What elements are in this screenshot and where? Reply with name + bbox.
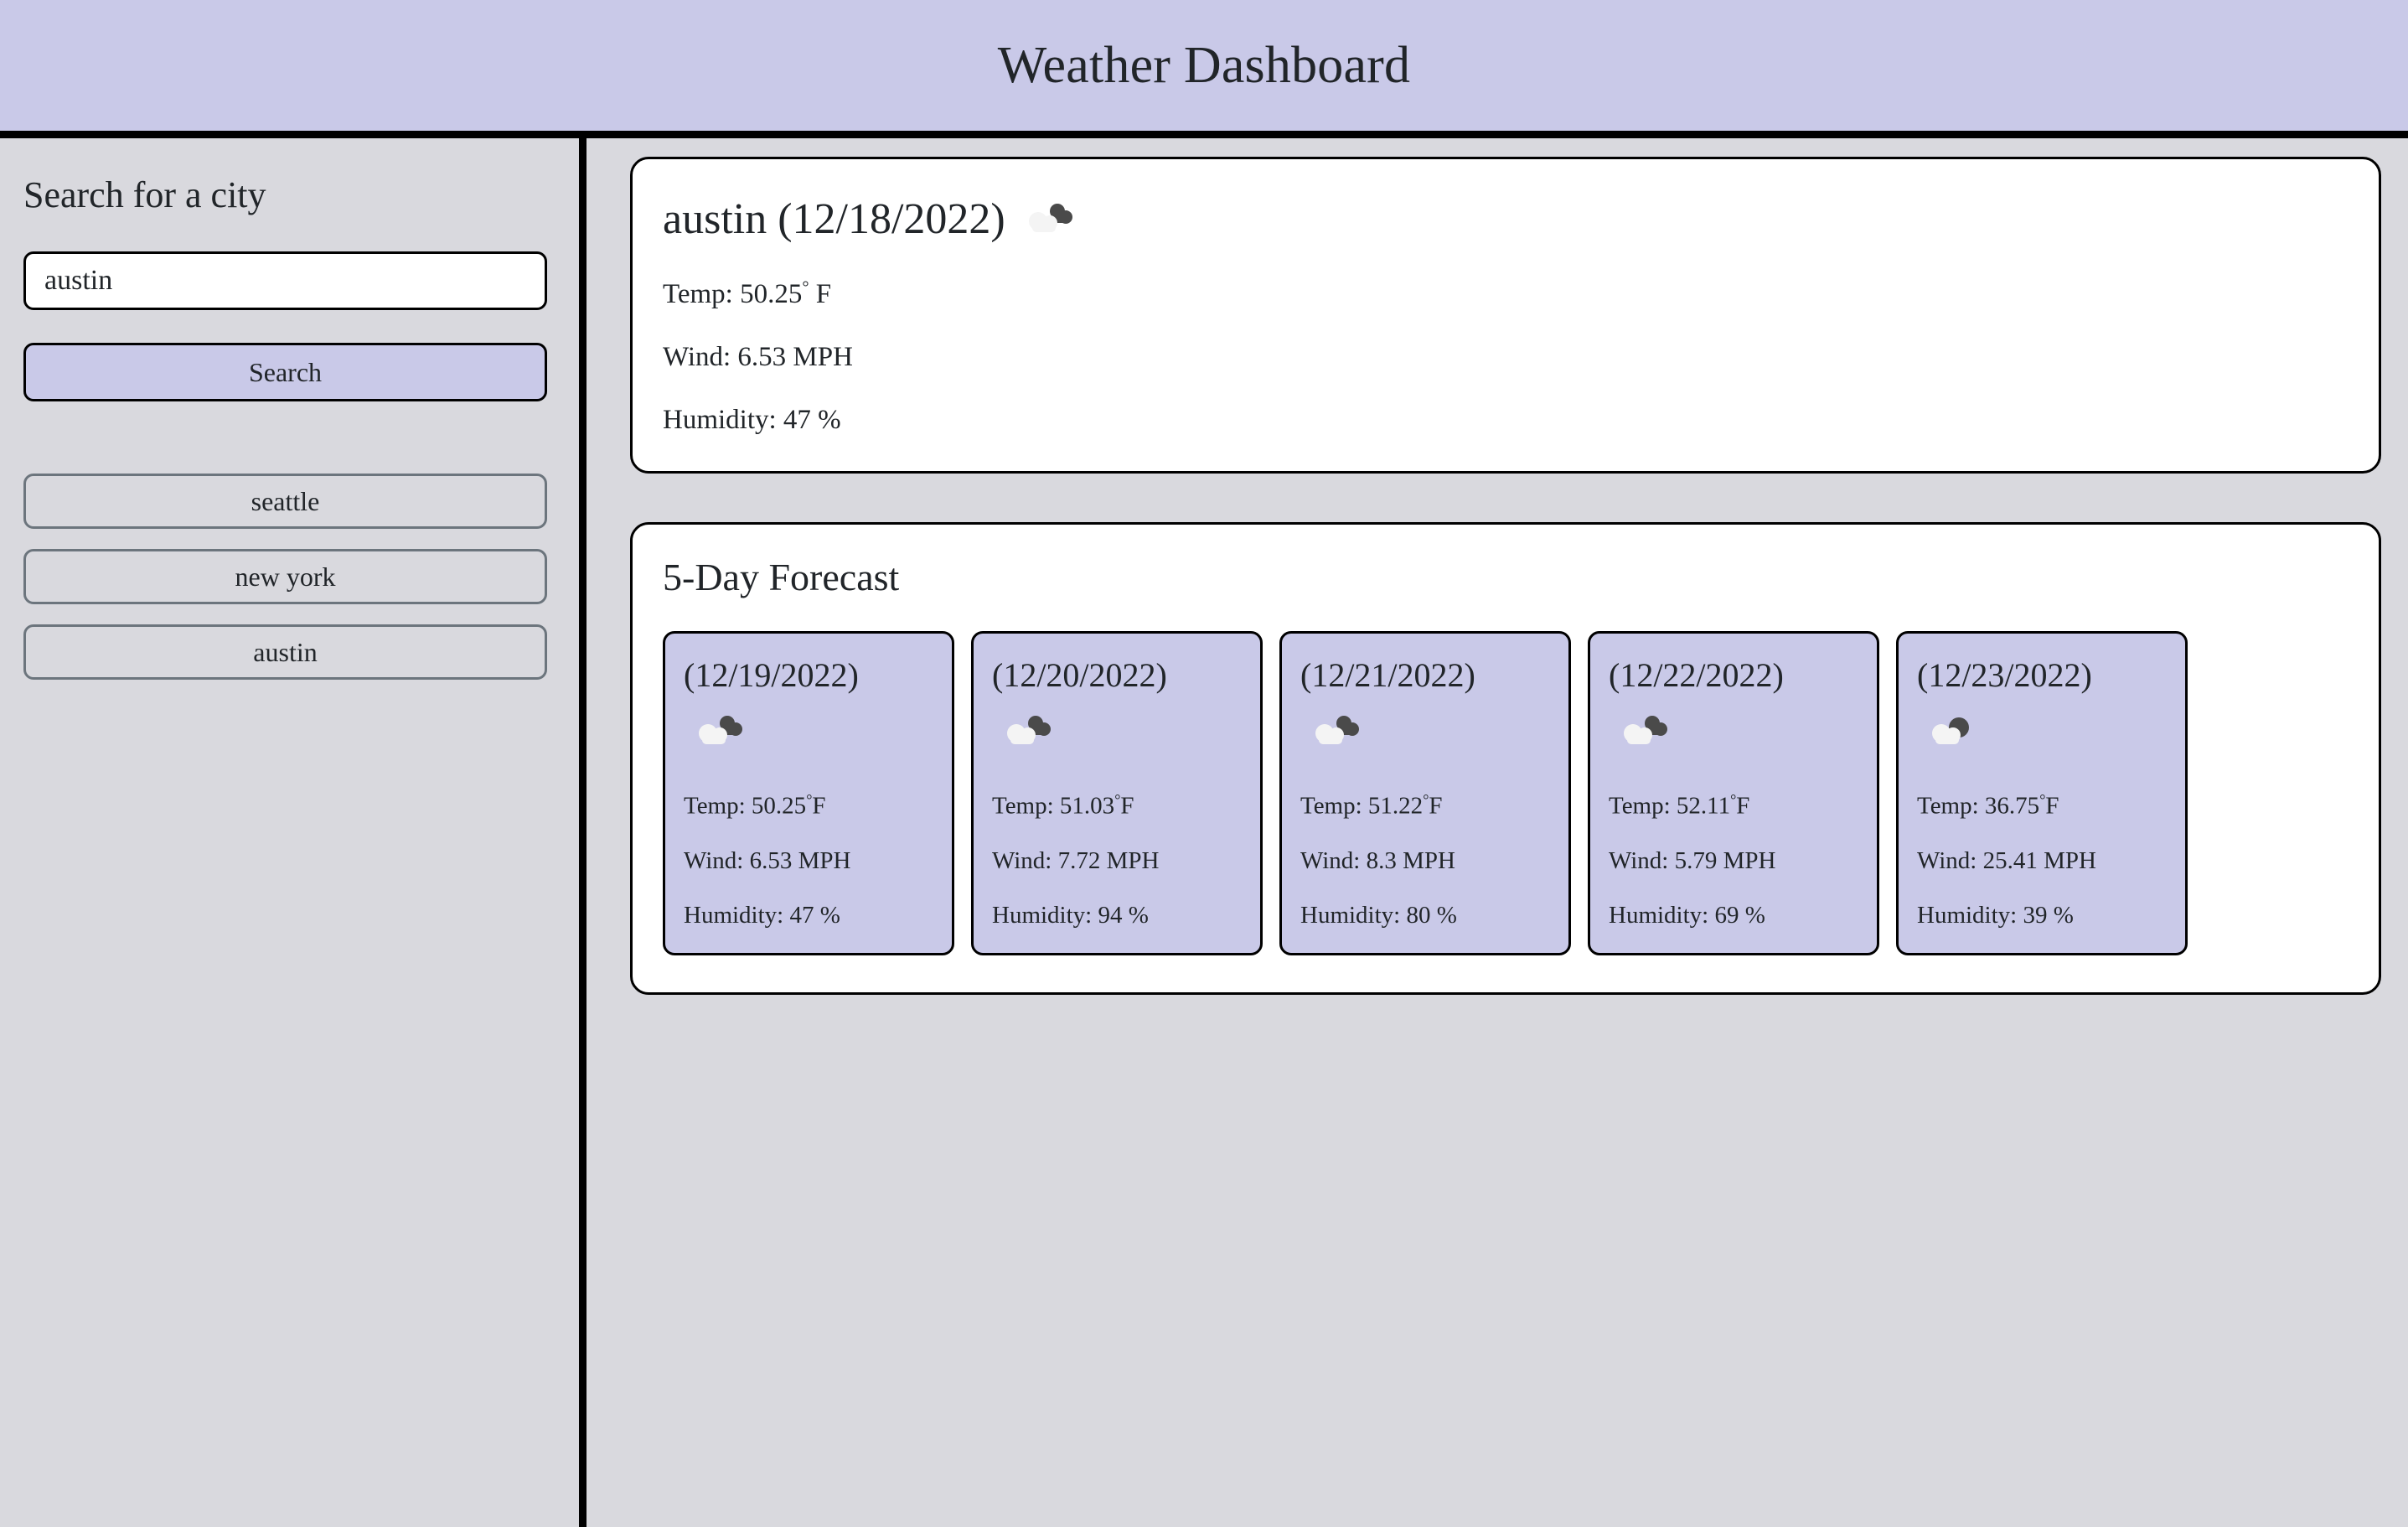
weather-dashboard-app: Weather Dashboard Search for a city Sear… bbox=[0, 0, 2408, 1527]
search-sidebar: Search for a city Search seattle new yor… bbox=[0, 138, 586, 1527]
forecast-date: (12/19/2022) bbox=[684, 655, 933, 695]
history-item-new-york[interactable]: new york bbox=[23, 549, 547, 604]
forecast-temp-value: Temp: 50.25 bbox=[684, 793, 806, 820]
forecast-date: (12/23/2022) bbox=[1917, 655, 2167, 695]
forecast-date: (12/22/2022) bbox=[1609, 655, 1858, 695]
forecast-temp: Temp: 51.03°F bbox=[992, 792, 1242, 819]
forecast-humidity: Humidity: 80 % bbox=[1300, 903, 1550, 928]
search-history-list: seattle new york austin bbox=[23, 474, 555, 680]
forecast-card: (12/22/2022) Temp: 52.11°F Wind: 5.79 MP… bbox=[1588, 631, 1879, 955]
current-temp: Temp: 50.25° F bbox=[663, 279, 2349, 308]
forecast-humidity: Humidity: 69 % bbox=[1609, 903, 1858, 928]
forecast-temp: Temp: 50.25°F bbox=[684, 792, 933, 819]
forecast-card: (12/21/2022) Temp: 51.22°F Wind: 8.3 MPH… bbox=[1279, 631, 1571, 955]
forecast-temp-unit: F bbox=[1429, 793, 1442, 820]
forecast-temp: Temp: 36.75°F bbox=[1917, 792, 2167, 819]
current-temp-unit: F bbox=[809, 279, 832, 309]
degree-symbol: ° bbox=[802, 278, 809, 297]
history-item-seattle[interactable]: seattle bbox=[23, 474, 547, 529]
forecast-temp: Temp: 51.22°F bbox=[1300, 792, 1550, 819]
forecast-temp-value: Temp: 51.03 bbox=[992, 793, 1114, 820]
forecast-humidity: Humidity: 94 % bbox=[992, 903, 1242, 928]
forecast-temp-value: Temp: 52.11 bbox=[1609, 793, 1730, 820]
current-city-date: austin (12/18/2022) bbox=[663, 194, 1005, 244]
cloud-overcast-icon bbox=[1300, 701, 1550, 762]
forecast-temp-unit: F bbox=[2045, 793, 2059, 820]
cloud-overcast-icon bbox=[1609, 701, 1858, 762]
forecast-wind: Wind: 6.53 MPH bbox=[684, 849, 933, 873]
sidebar-title: Search for a city bbox=[23, 173, 555, 216]
cloud-overcast-icon bbox=[992, 701, 1242, 762]
current-humidity: Humidity: 47 % bbox=[663, 406, 2349, 434]
cloud-overcast-icon bbox=[1024, 201, 1076, 238]
forecast-wind: Wind: 25.41 MPH bbox=[1917, 849, 2167, 873]
forecast-temp-unit: F bbox=[812, 793, 825, 820]
current-wind: Wind: 6.53 MPH bbox=[663, 344, 2349, 371]
main-content: austin (12/18/2022) bbox=[586, 138, 2408, 1527]
forecast-wind: Wind: 7.72 MPH bbox=[992, 849, 1242, 873]
cloud-overcast-icon bbox=[684, 701, 933, 762]
page-title: Weather Dashboard bbox=[998, 36, 1410, 96]
forecast-card: (12/20/2022) Temp: 51.03°F Wind: 7.72 MP… bbox=[971, 631, 1263, 955]
cloud-broken-icon bbox=[1917, 701, 2167, 762]
forecast-wind: Wind: 5.79 MPH bbox=[1609, 849, 1858, 873]
search-button[interactable]: Search bbox=[23, 343, 547, 401]
forecast-wind: Wind: 8.3 MPH bbox=[1300, 849, 1550, 873]
forecast-temp: Temp: 52.11°F bbox=[1609, 792, 1858, 819]
forecast-humidity: Humidity: 39 % bbox=[1917, 903, 2167, 928]
forecast-date: (12/21/2022) bbox=[1300, 655, 1550, 695]
forecast-panel: 5-Day Forecast (12/19/2022) Temp: 50.25°… bbox=[630, 522, 2381, 995]
forecast-temp-value: Temp: 36.75 bbox=[1917, 793, 2039, 820]
forecast-card-row: (12/19/2022) Temp: 50.25°F Wind: 6.53 MP… bbox=[663, 631, 2349, 955]
body-split: Search for a city Search seattle new yor… bbox=[0, 138, 2408, 1527]
forecast-card: (12/23/2022) Temp: 36.75°F Wind: 25.41 M… bbox=[1896, 631, 2188, 955]
forecast-title: 5-Day Forecast bbox=[663, 555, 2349, 599]
forecast-temp-value: Temp: 51.22 bbox=[1300, 793, 1423, 820]
forecast-temp-unit: F bbox=[1736, 793, 1749, 820]
forecast-humidity: Humidity: 47 % bbox=[684, 903, 933, 928]
current-weather-heading: austin (12/18/2022) bbox=[663, 194, 2349, 244]
history-item-austin[interactable]: austin bbox=[23, 624, 547, 680]
app-header: Weather Dashboard bbox=[0, 0, 2408, 138]
forecast-date: (12/20/2022) bbox=[992, 655, 1242, 695]
forecast-card: (12/19/2022) Temp: 50.25°F Wind: 6.53 MP… bbox=[663, 631, 954, 955]
current-weather-card: austin (12/18/2022) bbox=[630, 157, 2381, 474]
search-input[interactable] bbox=[23, 251, 547, 310]
forecast-temp-unit: F bbox=[1120, 793, 1134, 820]
current-temp-value: Temp: 50.25 bbox=[663, 279, 802, 309]
